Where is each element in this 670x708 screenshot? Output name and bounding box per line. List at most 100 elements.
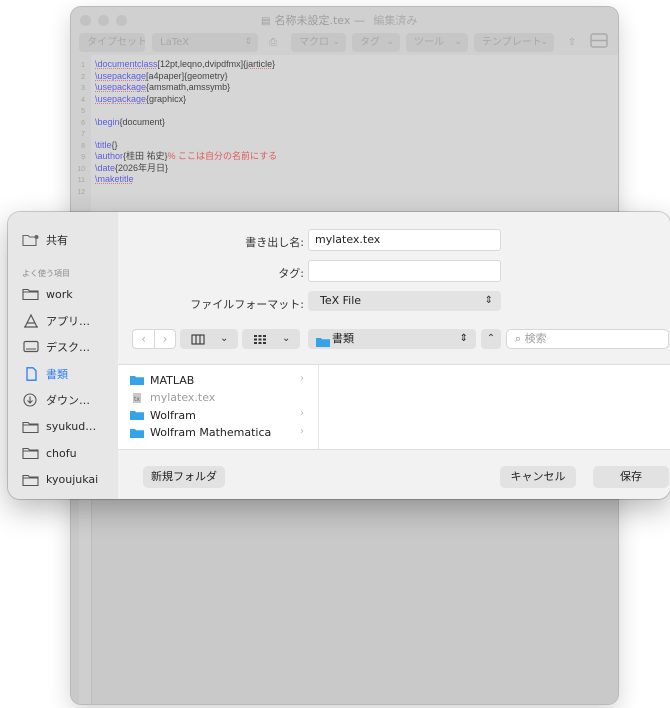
code-line[interactable]: 3 \usepackage{amsmath,amssymb} xyxy=(71,82,230,93)
minimize-window-button[interactable] xyxy=(98,15,109,26)
code-panel: 1 \documentclass[12pt,leqno,dvipdfmx]{jar… xyxy=(71,55,618,215)
latex-text: {2026年月日} xyxy=(115,162,169,173)
sidebar-item-5[interactable]: syukud… xyxy=(22,417,96,437)
latex-text: [12pt,leqno,dvipdfmx]{ xyxy=(157,59,247,69)
line-number: 11 xyxy=(77,177,85,184)
chevron-right-icon: › xyxy=(300,408,304,419)
code-line[interactable]: 2 \usepackage[a4paper]{geometry} xyxy=(71,71,228,82)
typeset-label: タイプセット xyxy=(87,37,145,48)
sidebar-item-6[interactable]: chofu xyxy=(22,443,77,463)
documents-icon xyxy=(22,366,40,381)
file-row[interactable]: Wolfram Mathematica xyxy=(130,425,271,441)
code-line[interactable]: 11 \maketitle xyxy=(71,174,134,185)
tags-menu[interactable]: タグ ⌄ xyxy=(352,33,400,52)
sidebar-item-label: ダウン… xyxy=(46,394,90,407)
template-menu[interactable]: テンプレート ⌄ xyxy=(474,33,554,52)
line-number: 3 xyxy=(81,85,85,92)
code-line[interactable]: 12 xyxy=(71,186,95,197)
latex-command: \date xyxy=(95,162,116,173)
folder-icon xyxy=(22,287,40,301)
printer-icon[interactable]: ⎙ xyxy=(264,33,282,52)
tools-menu[interactable]: ツール ⌄ xyxy=(406,33,468,52)
share-icon[interactable]: ⇧ xyxy=(564,33,580,52)
sidebar-item-7[interactable]: kyoujukai xyxy=(22,470,98,490)
folder-icon xyxy=(22,420,40,434)
latex-text: [a4paper]{geometry} xyxy=(146,70,228,81)
location-value: 書類 xyxy=(332,332,354,345)
grid-icon xyxy=(252,329,268,356)
code-line[interactable]: 9 \author{桂田 祐史}% ここは自分の名前にする xyxy=(71,151,277,162)
sidebar-item-2[interactable]: デスク… xyxy=(22,337,90,357)
chevron-down-icon: ⌄ xyxy=(386,37,394,47)
updown-chevron-icon: ⇕ xyxy=(244,37,252,47)
cancel-button[interactable]: キャンセル xyxy=(500,466,576,488)
template-label: テンプレート xyxy=(482,37,542,48)
save-button[interactable]: 保存 xyxy=(593,466,669,488)
folder-icon xyxy=(316,334,330,354)
tags-menu-label: タグ xyxy=(360,37,380,48)
sidebar-item-3[interactable]: 書類 xyxy=(22,364,68,384)
code-line[interactable]: 10 \date{2026年月日} xyxy=(71,163,168,174)
code-line[interactable]: 1 \documentclass[12pt,leqno,dvipdfmx]{jar… xyxy=(71,59,275,70)
save-as-field[interactable]: mylatex.tex xyxy=(308,229,501,251)
code-line[interactable]: 7 xyxy=(71,128,95,139)
sidebar-item-0[interactable]: work xyxy=(22,284,73,304)
cancel-label: キャンセル xyxy=(510,470,566,483)
back-button[interactable]: ‹ xyxy=(132,329,154,349)
columns-icon xyxy=(190,329,206,356)
code-line[interactable]: 4 \usepackage{graphicx} xyxy=(71,94,186,105)
zoom-window-button[interactable] xyxy=(116,15,127,26)
latex-text: {桂田 祐史} xyxy=(123,151,168,161)
save-as-value: mylatex.tex xyxy=(315,233,381,246)
line-number: 2 xyxy=(81,73,85,81)
typeset-button[interactable]: タイプセット xyxy=(79,33,145,52)
macro-menu[interactable]: マクロ ⌄ xyxy=(291,33,346,52)
sidebar-item-4[interactable]: ダウン… xyxy=(22,390,90,410)
group-view-button[interactable]: ⌄ xyxy=(242,329,300,349)
forward-button[interactable]: › xyxy=(154,329,176,349)
file-format-value: TeX File xyxy=(320,294,362,307)
chevron-down-icon: ⌄ xyxy=(454,37,462,47)
file-row[interactable]: tx mylatex.tex xyxy=(130,390,215,406)
favorites-header: よく使う項目 xyxy=(22,269,70,278)
file-name: Wolfram Mathematica xyxy=(150,426,272,439)
tags-field[interactable] xyxy=(308,260,501,282)
browser-column: MATLAB › tx mylatex.tex Wolfram › Wolfram Math… xyxy=(118,365,319,449)
editor-titlebar: ▤ 名称未設定.tex — 編集済み タイプセット LaTeX ⇕ ⎙ マクロ ⌄ タ… xyxy=(71,7,618,55)
chevron-right-icon: › xyxy=(300,373,304,384)
folder-icon xyxy=(130,428,144,438)
collapse-button[interactable]: ⌃ xyxy=(481,329,501,349)
new-folder-button[interactable]: 新規フォルダ xyxy=(143,466,225,488)
new-folder-label: 新規フォルダ xyxy=(151,470,217,483)
latex-command: \usepackage xyxy=(95,70,147,81)
file-browser[interactable]: MATLAB › tx mylatex.tex Wolfram › Wolfram Math… xyxy=(118,364,670,450)
line-number: 6 xyxy=(81,119,85,127)
tags-label: タグ: xyxy=(278,267,304,280)
updown-chevron-icon: ⇕ xyxy=(484,295,493,306)
file-format-popup[interactable]: TeX File ⇕ xyxy=(308,291,501,311)
line-number: 12 xyxy=(77,188,85,196)
folder-icon xyxy=(130,375,144,385)
file-row[interactable]: Wolfram xyxy=(130,407,196,423)
sidebar-item-label: 書類 xyxy=(46,367,68,381)
engine-popup[interactable]: LaTeX ⇕ xyxy=(152,33,258,52)
macro-label: マクロ xyxy=(299,37,329,48)
file-row[interactable]: MATLAB xyxy=(130,372,194,388)
line-number: 10 xyxy=(77,165,85,173)
latex-command: \usepackage xyxy=(95,82,147,92)
sidebar-item-1[interactable]: アプリ… xyxy=(22,311,90,331)
sidebar-item-shared[interactable]: 共有 xyxy=(22,230,68,250)
code-line[interactable]: 6 \begin{document} xyxy=(71,117,165,128)
code-line[interactable]: 5 xyxy=(71,105,95,116)
column-view-button[interactable]: ⌄ xyxy=(180,329,238,349)
dialog-main: 書き出し名: mylatex.tex タグ: ファイルフォーマット: TeX F… xyxy=(118,212,670,499)
search-field[interactable]: ⌕ 検索 xyxy=(506,329,669,349)
location-popup[interactable]: 書類 ⇕ xyxy=(308,329,476,349)
split-view-icon[interactable] xyxy=(589,33,609,52)
file-format-label: ファイルフォーマット: xyxy=(190,298,304,311)
code-line[interactable]: 8 \title{} xyxy=(71,140,117,151)
save-as-label: 書き出し名: xyxy=(245,236,304,249)
close-window-button[interactable] xyxy=(80,15,91,26)
sidebar-shared-label: 共有 xyxy=(46,234,68,247)
applications-icon xyxy=(22,313,40,328)
